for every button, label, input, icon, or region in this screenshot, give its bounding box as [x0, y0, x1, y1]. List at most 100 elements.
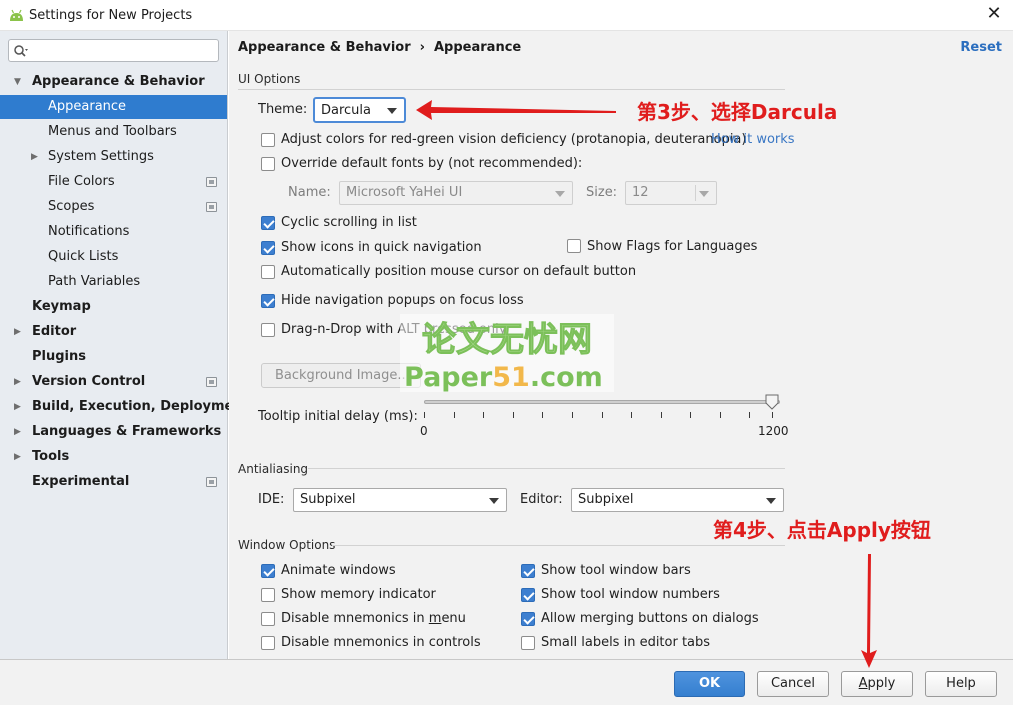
show-tool-window-bars-checkbox[interactable]	[521, 564, 535, 578]
theme-select[interactable]: Darcula	[313, 97, 406, 123]
collapse-arrow-icon[interactable]: ▶	[14, 445, 21, 469]
slider-tick	[483, 412, 484, 418]
show-tool-window-numbers-checkbox[interactable]	[521, 588, 535, 602]
project-scope-icon	[206, 377, 217, 387]
search-input[interactable]	[8, 39, 219, 62]
background-image-button[interactable]: Background Image...	[261, 363, 421, 388]
override-fonts-checkbox[interactable]	[261, 157, 275, 171]
close-icon[interactable]: ✕	[985, 5, 1003, 23]
help-button[interactable]: Help	[925, 671, 997, 697]
slider-tick	[661, 412, 662, 418]
collapse-arrow-icon[interactable]: ▶	[14, 370, 21, 394]
disable-mnemonics-controls-checkbox[interactable]	[261, 636, 275, 650]
slider-tick	[454, 412, 455, 418]
reset-link[interactable]: Reset	[960, 40, 1002, 55]
cancel-button[interactable]: Cancel	[757, 671, 829, 697]
slider-tick	[424, 412, 425, 418]
show-flags-checkbox[interactable]	[567, 239, 581, 253]
ide-antialiasing-select[interactable]: Subpixel	[293, 488, 507, 512]
sidebar-item-keymap[interactable]: Keymap	[0, 295, 227, 319]
show-tool-window-bars-label: Show tool window bars	[541, 563, 691, 578]
sidebar-item-file-colors[interactable]: File Colors	[0, 170, 227, 194]
sidebar-item-version-control[interactable]: ▶ Version Control	[0, 370, 227, 394]
title-bar: Settings for New Projects ✕	[0, 0, 1013, 31]
how-it-works-link[interactable]: How it works	[711, 132, 795, 147]
slider-thumb[interactable]	[765, 394, 779, 410]
breadcrumb: Appearance & Behavior › Appearance	[238, 40, 521, 55]
sidebar-item-label: Build, Execution, Deployment	[32, 399, 249, 414]
hide-nav-popups-checkbox[interactable]	[261, 294, 275, 308]
apply-button[interactable]: Apply	[841, 671, 913, 697]
slider-min-label: 0	[420, 424, 428, 438]
sidebar-item-scopes[interactable]: Scopes	[0, 195, 227, 219]
dialog-footer: OK Cancel Apply Help	[0, 659, 1013, 705]
sidebar-item-experimental[interactable]: Experimental	[0, 470, 227, 494]
font-name-label: Name:	[288, 185, 331, 200]
collapse-arrow-icon[interactable]: ▶	[31, 145, 38, 169]
cyclic-scrolling-checkbox[interactable]	[261, 216, 275, 230]
font-size-select[interactable]: 12	[625, 181, 717, 205]
sidebar-item-menus-toolbars[interactable]: Menus and Toolbars	[0, 120, 227, 144]
slider-tick	[772, 412, 773, 418]
theme-label: Theme:	[258, 102, 308, 117]
project-scope-icon	[206, 477, 217, 487]
sidebar-item-editor[interactable]: ▶ Editor	[0, 320, 227, 344]
group-divider	[238, 89, 785, 90]
small-labels-checkbox[interactable]	[521, 636, 535, 650]
slider-tick	[631, 412, 632, 418]
allow-merging-label: Allow merging buttons on dialogs	[541, 611, 759, 626]
collapse-arrow-icon[interactable]: ▶	[14, 320, 21, 344]
window-options-group-label: Window Options	[238, 538, 336, 552]
collapse-arrow-icon[interactable]: ▶	[14, 395, 21, 419]
font-size-value: 12	[632, 185, 649, 200]
show-memory-checkbox[interactable]	[261, 588, 275, 602]
android-icon	[10, 9, 23, 21]
hide-nav-popups-label: Hide navigation popups on focus loss	[281, 293, 524, 308]
sidebar-item-label: Menus and Toolbars	[48, 124, 177, 139]
sidebar-item-notifications[interactable]: Notifications	[0, 220, 227, 244]
disable-mnemonics-menu-checkbox[interactable]	[261, 612, 275, 626]
sidebar-item-label: Tools	[32, 449, 70, 464]
sidebar-item-build-execution-deployment[interactable]: ▶ Build, Execution, Deployment	[0, 395, 249, 419]
sidebar-item-appearance-behavior[interactable]: ▼ Appearance & Behavior	[0, 70, 227, 94]
theme-select-value: Darcula	[321, 103, 372, 118]
sidebar-item-label: System Settings	[48, 149, 154, 164]
sidebar-item-label: Appearance & Behavior	[32, 74, 205, 89]
slider-max-label: 1200	[758, 424, 789, 438]
sidebar-item-appearance[interactable]: Appearance	[0, 95, 227, 119]
group-divider	[308, 468, 785, 469]
sidebar-item-label: Keymap	[32, 299, 91, 314]
ide-antialiasing-value: Subpixel	[300, 492, 356, 507]
show-icons-checkbox[interactable]	[261, 241, 275, 255]
ide-aa-label: IDE:	[258, 492, 285, 507]
drag-n-drop-checkbox[interactable]	[261, 323, 275, 337]
sidebar-item-quick-lists[interactable]: Quick Lists	[0, 245, 227, 269]
sidebar-item-plugins[interactable]: Plugins	[0, 345, 227, 369]
sidebar-item-path-variables[interactable]: Path Variables	[0, 270, 227, 294]
sidebar-item-label: Languages & Frameworks	[32, 424, 222, 439]
show-flags-label: Show Flags for Languages	[587, 239, 758, 254]
ok-button[interactable]: OK	[674, 671, 745, 697]
editor-antialiasing-select[interactable]: Subpixel	[571, 488, 784, 512]
auto-position-checkbox[interactable]	[261, 265, 275, 279]
slider-tick	[690, 412, 691, 418]
sidebar-item-languages-frameworks[interactable]: ▶ Languages & Frameworks	[0, 420, 227, 444]
ui-options-group-label: UI Options	[238, 72, 301, 86]
sidebar-item-label: Notifications	[48, 224, 130, 239]
font-size-label: Size:	[586, 185, 618, 200]
adjust-colors-checkbox[interactable]	[261, 133, 275, 147]
collapse-arrow-icon[interactable]: ▶	[14, 420, 21, 444]
font-name-select[interactable]: Microsoft YaHei UI	[339, 181, 573, 205]
allow-merging-checkbox[interactable]	[521, 612, 535, 626]
tooltip-delay-slider[interactable]	[424, 400, 780, 404]
sidebar-item-tools[interactable]: ▶ Tools	[0, 445, 227, 469]
animate-windows-checkbox[interactable]	[261, 564, 275, 578]
settings-content: Appearance & Behavior › Appearance Reset U…	[229, 31, 1013, 659]
breadcrumb-parent[interactable]: Appearance & Behavior	[238, 40, 411, 55]
tooltip-delay-label: Tooltip initial delay (ms):	[258, 409, 418, 424]
annotation-step4: 第4步、点击Apply按钮	[713, 518, 931, 542]
sidebar-item-label: Version Control	[32, 374, 146, 389]
expand-arrow-icon[interactable]: ▼	[14, 70, 21, 94]
sidebar-item-label: Plugins	[32, 349, 86, 364]
sidebar-item-system-settings[interactable]: ▶ System Settings	[0, 145, 227, 169]
